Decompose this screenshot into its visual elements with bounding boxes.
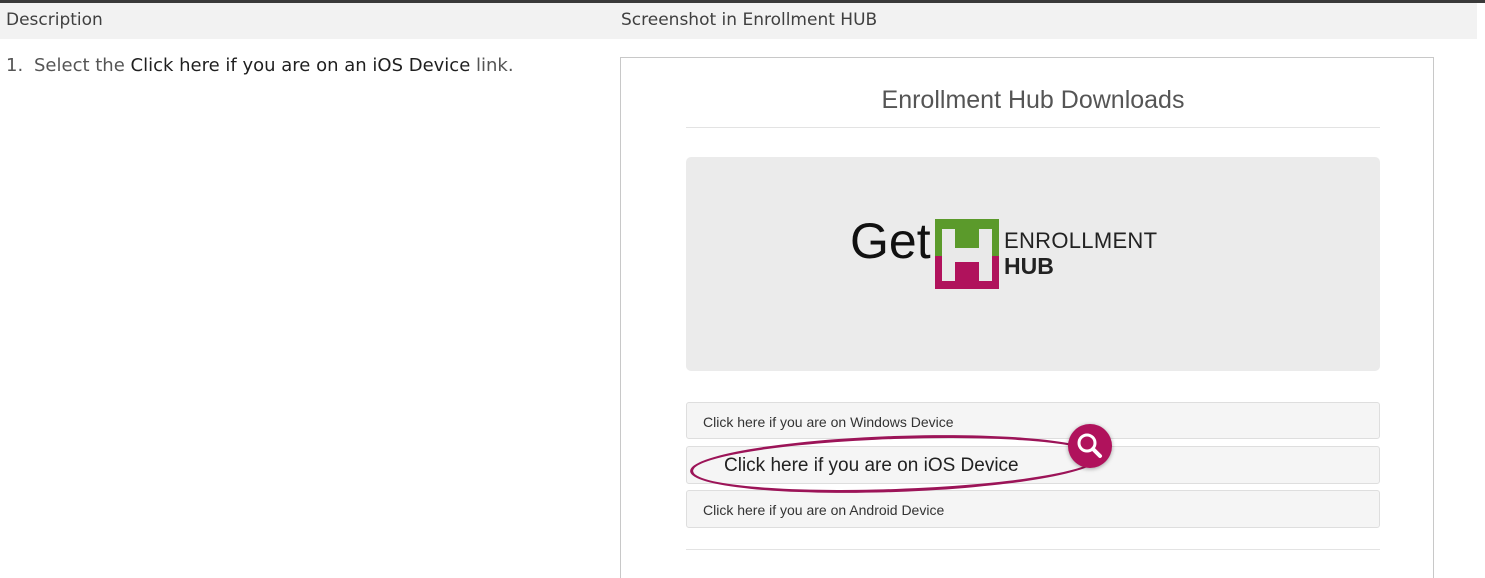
step-text: Select the Click here if you are on an i… [34, 52, 554, 80]
screenshot-column-header: Screenshot in Enrollment HUB [621, 10, 878, 30]
downloads-title: Enrollment Hub Downloads [881, 86, 1185, 114]
step-suffix: link. [470, 55, 514, 76]
step-link-name: Click here if you are on an iOS Device [130, 55, 471, 76]
logo-wordmark-hub: HUB [1004, 253, 1054, 279]
table-header-row: Description Screenshot in Enrollment HUB [0, 3, 1477, 39]
title-divider [686, 127, 1380, 128]
bottom-divider [686, 549, 1380, 550]
step-number: 1. [6, 55, 24, 76]
android-device-link[interactable]: Click here if you are on Android Device [686, 490, 1380, 528]
step-prefix: Select the [34, 55, 131, 76]
description-column-header: Description [6, 10, 103, 30]
enrollment-hub-logo-icon [935, 219, 999, 289]
magnifier-icon [1068, 424, 1112, 468]
android-link-label: Click here if you are on Android Device [703, 502, 945, 518]
windows-device-link[interactable]: Click here if you are on Windows Device [686, 402, 1380, 439]
windows-link-label: Click here if you are on Windows Device [703, 414, 954, 430]
logo-wordmark-enrollment: ENROLLMENT [1004, 228, 1158, 253]
get-text: Get [850, 213, 931, 269]
